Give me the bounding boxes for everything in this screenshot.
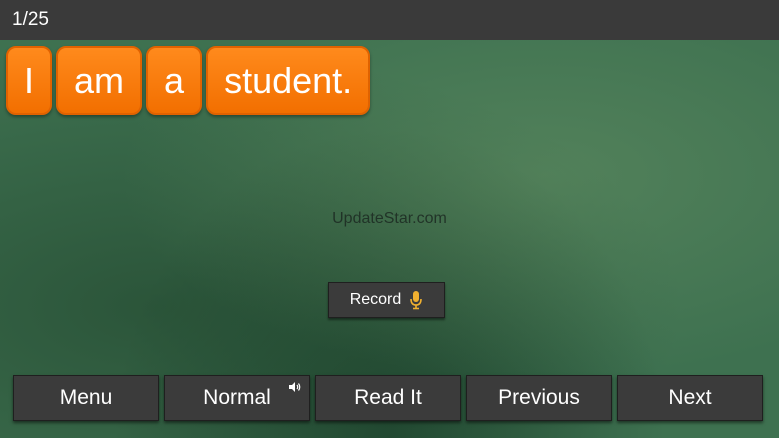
previous-label: Previous <box>498 386 580 409</box>
menu-label: Menu <box>59 386 113 409</box>
speaker-icon <box>289 382 301 392</box>
app-window: 1/25 I am a student. UpdateStar.com Reco… <box>0 0 779 438</box>
sentence-tiles: I am a student. <box>6 46 371 115</box>
word-tile[interactable]: I <box>6 46 53 115</box>
record-label: Record <box>349 291 402 308</box>
bottom-toolbar: Menu Normal Read It Previous Next <box>13 375 763 421</box>
word-tile[interactable]: am <box>56 46 143 115</box>
watermark-text: UpdateStar.com <box>332 210 447 227</box>
previous-button[interactable]: Previous <box>466 375 612 421</box>
menu-button[interactable]: Menu <box>13 375 159 421</box>
normal-mode-button[interactable]: Normal <box>164 375 310 421</box>
microphone-icon <box>410 291 423 310</box>
read-it-button[interactable]: Read It <box>315 375 461 421</box>
next-button[interactable]: Next <box>617 375 763 421</box>
top-bar: 1/25 <box>0 0 779 40</box>
read-it-label: Read It <box>354 386 422 409</box>
word-tile[interactable]: student. <box>206 46 371 115</box>
next-label: Next <box>668 386 712 409</box>
record-button[interactable]: Record <box>328 282 445 318</box>
progress-counter: 1/25 <box>12 9 49 30</box>
word-tile[interactable]: a <box>146 46 203 115</box>
mode-label: Normal <box>203 386 271 409</box>
